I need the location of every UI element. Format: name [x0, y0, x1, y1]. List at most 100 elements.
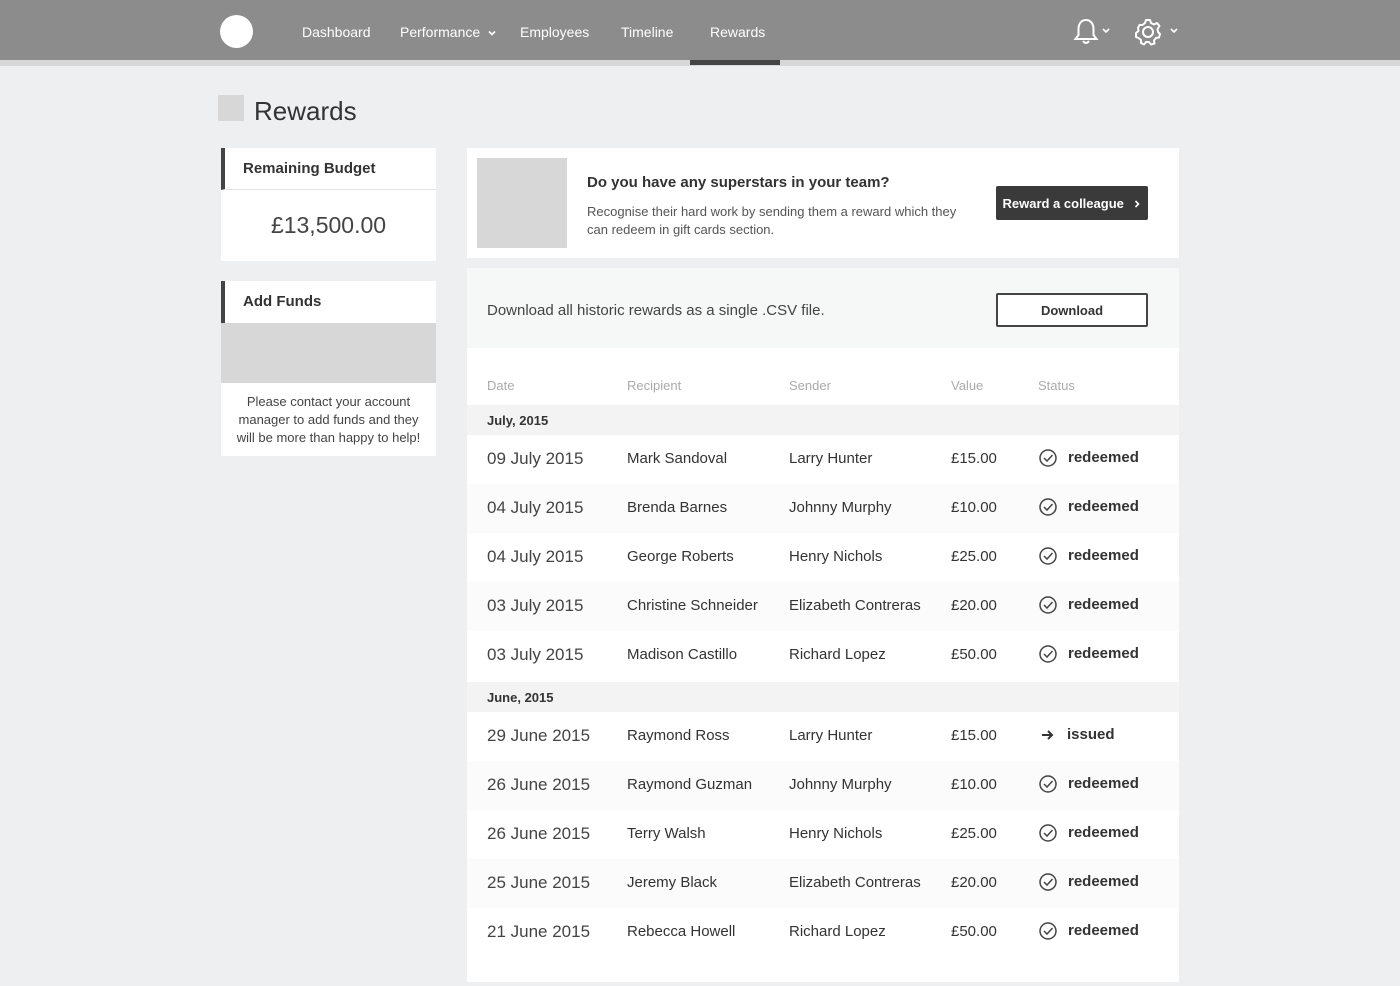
cell-sender: Richard Lopez [789, 646, 886, 663]
download-button[interactable]: Download [996, 293, 1148, 327]
cell-sender: Larry Hunter [789, 450, 873, 467]
budget-card: Remaining Budget £13,500.00 [221, 148, 436, 261]
check-circle-icon [1039, 498, 1057, 516]
nav-timeline[interactable]: Timeline [621, 24, 673, 40]
table-row[interactable]: 04 July 2015 George Roberts Henry Nichols £… [467, 533, 1179, 582]
cell-date: 26 June 2015 [487, 824, 591, 843]
page-title: Rewards [254, 96, 357, 126]
cell-value: £50.00 [951, 646, 997, 663]
table-row[interactable]: 26 June 2015 Raymond Guzman Johnny Murphy £… [467, 761, 1179, 810]
cell-value: £25.00 [951, 825, 997, 842]
table-row[interactable]: 25 June 2015 Jeremy Black Elizabeth Contre… [467, 859, 1179, 908]
cell-date: 21 June 2015 [487, 922, 591, 941]
cell-value: £20.00 [951, 597, 997, 614]
cell-sender: Henry Nichols [789, 825, 883, 842]
cell-sender: Larry Hunter [789, 727, 873, 744]
cell-date: 04 July 2015 [487, 547, 584, 566]
table-row[interactable]: 26 June 2015 Terry Walsh Henry Nichols £25.… [467, 810, 1179, 859]
arrow-right-icon [1042, 730, 1054, 740]
download-description: Download all historic rewards as a singl… [487, 302, 825, 319]
cell-value: £10.00 [951, 499, 997, 516]
cell-value: £25.00 [951, 548, 997, 565]
logo[interactable] [220, 15, 253, 48]
promo-title: Do you have any superstars in your team? [587, 174, 890, 191]
check-circle-icon [1039, 824, 1057, 842]
add-funds-text: Please contact your account manager to a… [236, 394, 421, 445]
top-navbar [0, 0, 1400, 60]
download-bar: Download all historic rewards as a singl… [467, 268, 1179, 348]
cell-value: £15.00 [951, 727, 997, 744]
table-row[interactable]: 29 June 2015 Raymond Ross Larry Hunter £15.… [467, 712, 1179, 761]
page-title-icon [218, 95, 244, 121]
cell-recipient: Christine Schneider [627, 597, 758, 614]
bell-icon[interactable] [1072, 16, 1114, 46]
cell-date: 04 July 2015 [487, 498, 584, 517]
cell-sender: Richard Lopez [789, 923, 886, 940]
check-circle-icon [1039, 547, 1057, 565]
group-label: July, 2015 [487, 413, 549, 428]
table-row[interactable]: 03 July 2015 Christine Schneider Elizabeth… [467, 582, 1179, 631]
add-funds-title: Add Funds [221, 281, 436, 323]
group-header: June, 2015 [467, 682, 1179, 712]
cell-date: 09 July 2015 [487, 449, 584, 468]
status-label: redeemed [1068, 873, 1139, 890]
cell-recipient: Madison Castillo [627, 646, 738, 663]
chevron-right-icon [1134, 199, 1140, 208]
cell-date: 03 July 2015 [487, 596, 584, 615]
group-label: June, 2015 [487, 690, 554, 705]
column-header-recipient: Recipient [627, 378, 682, 393]
cell-date: 26 June 2015 [487, 775, 591, 794]
cell-value: £50.00 [951, 923, 997, 940]
table-row[interactable]: 04 July 2015 Brenda Barnes Johnny Murphy £1… [467, 484, 1179, 533]
check-circle-icon [1039, 922, 1057, 940]
check-circle-icon [1039, 596, 1057, 614]
status-label: redeemed [1068, 775, 1139, 792]
active-tab-indicator [690, 60, 780, 65]
table-row[interactable]: 03 July 2015 Madison Castillo Richard Lope… [467, 631, 1179, 680]
table-row[interactable]: 21 June 2015 Rebecca Howell Richard Lopez £… [467, 908, 1179, 957]
chevron-down-icon[interactable] [487, 28, 497, 38]
check-circle-icon [1039, 873, 1057, 891]
status-label: redeemed [1068, 498, 1139, 515]
cell-value: £20.00 [951, 874, 997, 891]
status-label: redeemed [1068, 596, 1139, 613]
nav-performance[interactable]: Performance [400, 24, 480, 40]
column-header-date: Date [487, 378, 515, 393]
cell-sender: Henry Nichols [789, 548, 883, 565]
cell-date: 25 June 2015 [487, 873, 591, 892]
status-label: redeemed [1068, 645, 1139, 662]
column-header-status: Status [1038, 378, 1075, 393]
promo-description: Recognise their hard work by sending the… [587, 204, 957, 237]
rewards-table: Date Recipient Sender Value Status July,… [467, 348, 1179, 982]
column-header-value: Value [951, 378, 984, 393]
budget-card-title: Remaining Budget [221, 148, 436, 190]
status-label: issued [1067, 726, 1115, 743]
nav-rewards[interactable]: Rewards [710, 24, 765, 40]
cell-sender: Johnny Murphy [789, 499, 892, 516]
nav-dashboard[interactable]: Dashboard [302, 24, 371, 40]
cell-date: 03 July 2015 [487, 645, 584, 664]
cell-recipient: Brenda Barnes [627, 499, 728, 516]
check-circle-icon [1039, 775, 1057, 793]
cell-recipient: Raymond Ross [627, 727, 730, 744]
reward-colleague-button[interactable]: Reward a colleague [996, 186, 1148, 220]
add-funds-image [221, 323, 436, 383]
cell-recipient: Raymond Guzman [627, 776, 753, 793]
cell-date: 29 June 2015 [487, 726, 591, 745]
reward-colleague-label: Reward a colleague [1002, 195, 1124, 211]
cell-sender: Elizabeth Contreras [789, 597, 921, 614]
cell-recipient: Terry Walsh [627, 825, 706, 842]
cell-value: £10.00 [951, 776, 997, 793]
cell-recipient: Jeremy Black [627, 874, 718, 891]
add-funds-card: Add Funds Please contact your account ma… [221, 281, 436, 456]
check-circle-icon [1039, 645, 1057, 663]
cell-recipient: George Roberts [627, 548, 734, 565]
table-row[interactable]: 09 July 2015 Mark Sandoval Larry Hunter £15… [467, 435, 1179, 484]
nav-employees[interactable]: Employees [520, 24, 589, 40]
cell-sender: Elizabeth Contreras [789, 874, 921, 891]
column-header-sender: Sender [789, 378, 831, 393]
budget-value: £13,500.00 [270, 212, 387, 238]
status-label: redeemed [1068, 547, 1139, 564]
cell-recipient: Rebecca Howell [627, 923, 736, 940]
gear-icon[interactable] [1133, 16, 1181, 46]
